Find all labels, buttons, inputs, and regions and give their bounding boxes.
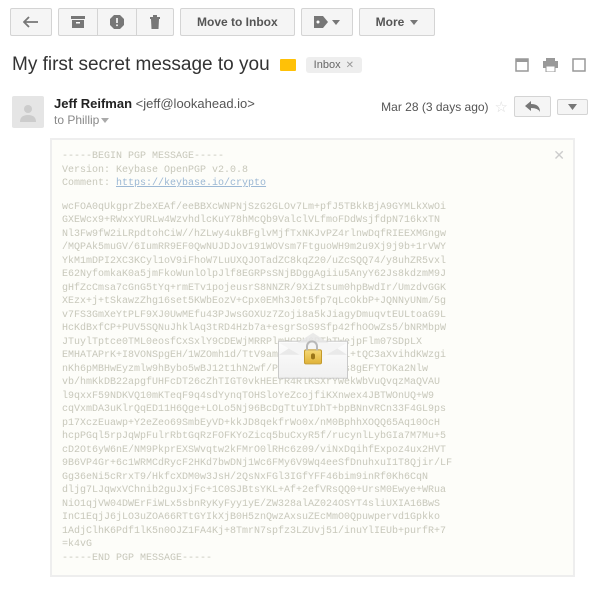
pgp-line: wcFOA0qUkgprZbeXEAf/eeBBXcWNPNjSzG2GLOv7… bbox=[62, 201, 563, 215]
star-button[interactable]: ☆ bbox=[495, 98, 508, 116]
pgp-line: XEzx+j+tSkawzZhg16set5KWbEozV+Cpx0EMh3J0… bbox=[62, 295, 563, 309]
chevron-down-icon bbox=[332, 20, 340, 25]
action-group bbox=[58, 8, 174, 36]
person-icon bbox=[18, 102, 38, 122]
spam-icon bbox=[110, 15, 124, 29]
labels-button[interactable] bbox=[301, 8, 353, 36]
delete-button[interactable] bbox=[136, 8, 174, 36]
expand-button[interactable] bbox=[570, 56, 588, 74]
pgp-line: gHfZcCmsa7cGnG5tYq+rmETv1pojeusrS8NNZR/9… bbox=[62, 282, 563, 296]
pgp-line: NiO1qjVW04DWErFiWLx5sbnRyKyFyy1yE/ZW328a… bbox=[62, 498, 563, 512]
print-icon bbox=[543, 58, 558, 72]
pgp-line: Nl3Fw9fW2iLRpdtohCiW//hZLwy4ukBFglvMjfTx… bbox=[62, 228, 563, 242]
message-more-button[interactable] bbox=[557, 99, 588, 115]
reply-icon bbox=[525, 101, 540, 112]
pgp-line: dljg7LJqwxVChnib2guJxjFc+1C0SJBtsYKL+Af+… bbox=[62, 484, 563, 498]
chevron-down-icon bbox=[101, 118, 109, 123]
pgp-line: YkM1mDPI2XC3KCyl1oV9iFhoW7LuUXQJOTadZC8k… bbox=[62, 255, 563, 269]
close-icon[interactable]: ✕ bbox=[553, 146, 565, 165]
pgp-line: 1AdjClhK6Pdf1lK5n0OJZ1FA4Kj+8TmrN7spfz3L… bbox=[62, 525, 563, 539]
trash-icon bbox=[149, 15, 161, 29]
reply-button[interactable] bbox=[514, 96, 551, 117]
pgp-version: Version: Keybase OpenPGP v2.0.8 bbox=[62, 164, 563, 178]
pgp-line: EMHATAPrK+I8VONSpgEH/1WZOmh1d/TtV9amcJb+… bbox=[62, 349, 563, 363]
pgp-line: E62NyfomkaK0a5jmFkoWunlOlpJlf8EGRPsSNjBD… bbox=[62, 268, 563, 282]
from-name: Jeff Reifman bbox=[54, 96, 132, 111]
more-button[interactable]: More bbox=[359, 8, 436, 36]
subject-text: My first secret message to you bbox=[12, 54, 270, 76]
print-button[interactable] bbox=[541, 56, 560, 74]
pgp-comment: Comment: https://keybase.io/crypto bbox=[62, 177, 563, 191]
expand-icon bbox=[572, 58, 586, 72]
pgp-line: 9B6VP4Gr+6c1WRMCdRycF2HKd7bwDNj1Wc6FMy6V… bbox=[62, 457, 563, 471]
pgp-line: cD2Ot6yW6nE/NM9PkprEXSWvqtw2kFMrO0lRHc6z… bbox=[62, 444, 563, 458]
inbox-label[interactable]: Inbox ✕ bbox=[306, 57, 362, 73]
chevron-down-icon bbox=[568, 104, 577, 110]
pgp-line: v7FS3GmXeYtPLF9XJ0UwMEfu43PJwsGOXUz7Zoji… bbox=[62, 309, 563, 323]
message-date: Mar 28 (3 days ago) bbox=[381, 100, 488, 114]
pgp-line: Gg36eNi5cRrxT9/HkfcXDM0w3JsH/2QsNxFGl3IG… bbox=[62, 471, 563, 485]
pgp-line: /MQPAk5muGV/6IumRR9EF0QwNUJDJov191WOVsm7… bbox=[62, 241, 563, 255]
folder-icon bbox=[280, 59, 296, 71]
to-line[interactable]: to Phillip bbox=[54, 113, 255, 127]
pgp-end: -----END PGP MESSAGE----- bbox=[62, 552, 563, 566]
pgp-line: cqVxmDA3uKlrQqED11H6Qge+LOLo5Nj96BcDgTtu… bbox=[62, 403, 563, 417]
tag-icon bbox=[314, 16, 328, 28]
archive-icon bbox=[71, 16, 85, 28]
new-window-icon bbox=[515, 58, 529, 72]
more-label: More bbox=[376, 15, 405, 29]
pgp-begin: -----BEGIN PGP MESSAGE----- bbox=[62, 150, 563, 164]
back-arrow-icon bbox=[23, 16, 39, 28]
pgp-line: InC1EqjJ6jLO3uZOA66RTtGYIkXjB0H5znQwzAxs… bbox=[62, 511, 563, 525]
pgp-line: l9qxxF59NDKVQ10mKTeqF9q4sdYynqTOHSloYeZc… bbox=[62, 390, 563, 404]
pgp-line: JTuylTptce0TML0eosfCxSxlY9CDEWjMRRPlmHCR… bbox=[62, 336, 563, 350]
pgp-line: GXEWcx9+RWxxYURLw4WzvhdlcKuY78hMcQb9Valc… bbox=[62, 214, 563, 228]
pgp-line: vb/hmKkDB22apgfUHFcDT26cZhTIGT0vkHEErR4R… bbox=[62, 376, 563, 390]
label-text: Inbox bbox=[314, 59, 341, 71]
back-button[interactable] bbox=[10, 8, 52, 36]
new-window-button[interactable] bbox=[513, 56, 531, 74]
pgp-line: =k4vG bbox=[62, 538, 563, 552]
from-email: <jeff@lookahead.io> bbox=[136, 96, 255, 111]
move-to-inbox-button[interactable]: Move to Inbox bbox=[180, 8, 295, 36]
pgp-line: HcKdBxfCP+PUV5SQNuJhklAq3tRD4Hzb7a+esgrS… bbox=[62, 322, 563, 336]
pgp-message-box: ✕ -----BEGIN PGP MESSAGE----- Version: K… bbox=[50, 138, 575, 577]
archive-button[interactable] bbox=[58, 8, 98, 36]
pgp-line: p17XczEuawp+Y2eZeo69SmbEyVD+kkJD8qekfrWo… bbox=[62, 417, 563, 431]
pgp-line: hcpPGql5rpJqWpFulrRbtGqRzFOFKYoZicq5buCx… bbox=[62, 430, 563, 444]
pgp-comment-link[interactable]: https://keybase.io/crypto bbox=[116, 178, 266, 189]
avatar bbox=[12, 96, 44, 128]
chevron-down-icon bbox=[410, 20, 418, 25]
remove-label-icon[interactable]: ✕ bbox=[346, 60, 354, 71]
spam-button[interactable] bbox=[97, 8, 137, 36]
pgp-body: wcFOA0qUkgprZbeXEAf/eeBBXcWNPNjSzG2GLOv7… bbox=[62, 201, 563, 552]
pgp-line: nKh6pMBHwEyzmlw9hBybo5wBJ12t1hN2wf/PsdLm… bbox=[62, 363, 563, 377]
to-text: to Phillip bbox=[54, 113, 99, 127]
